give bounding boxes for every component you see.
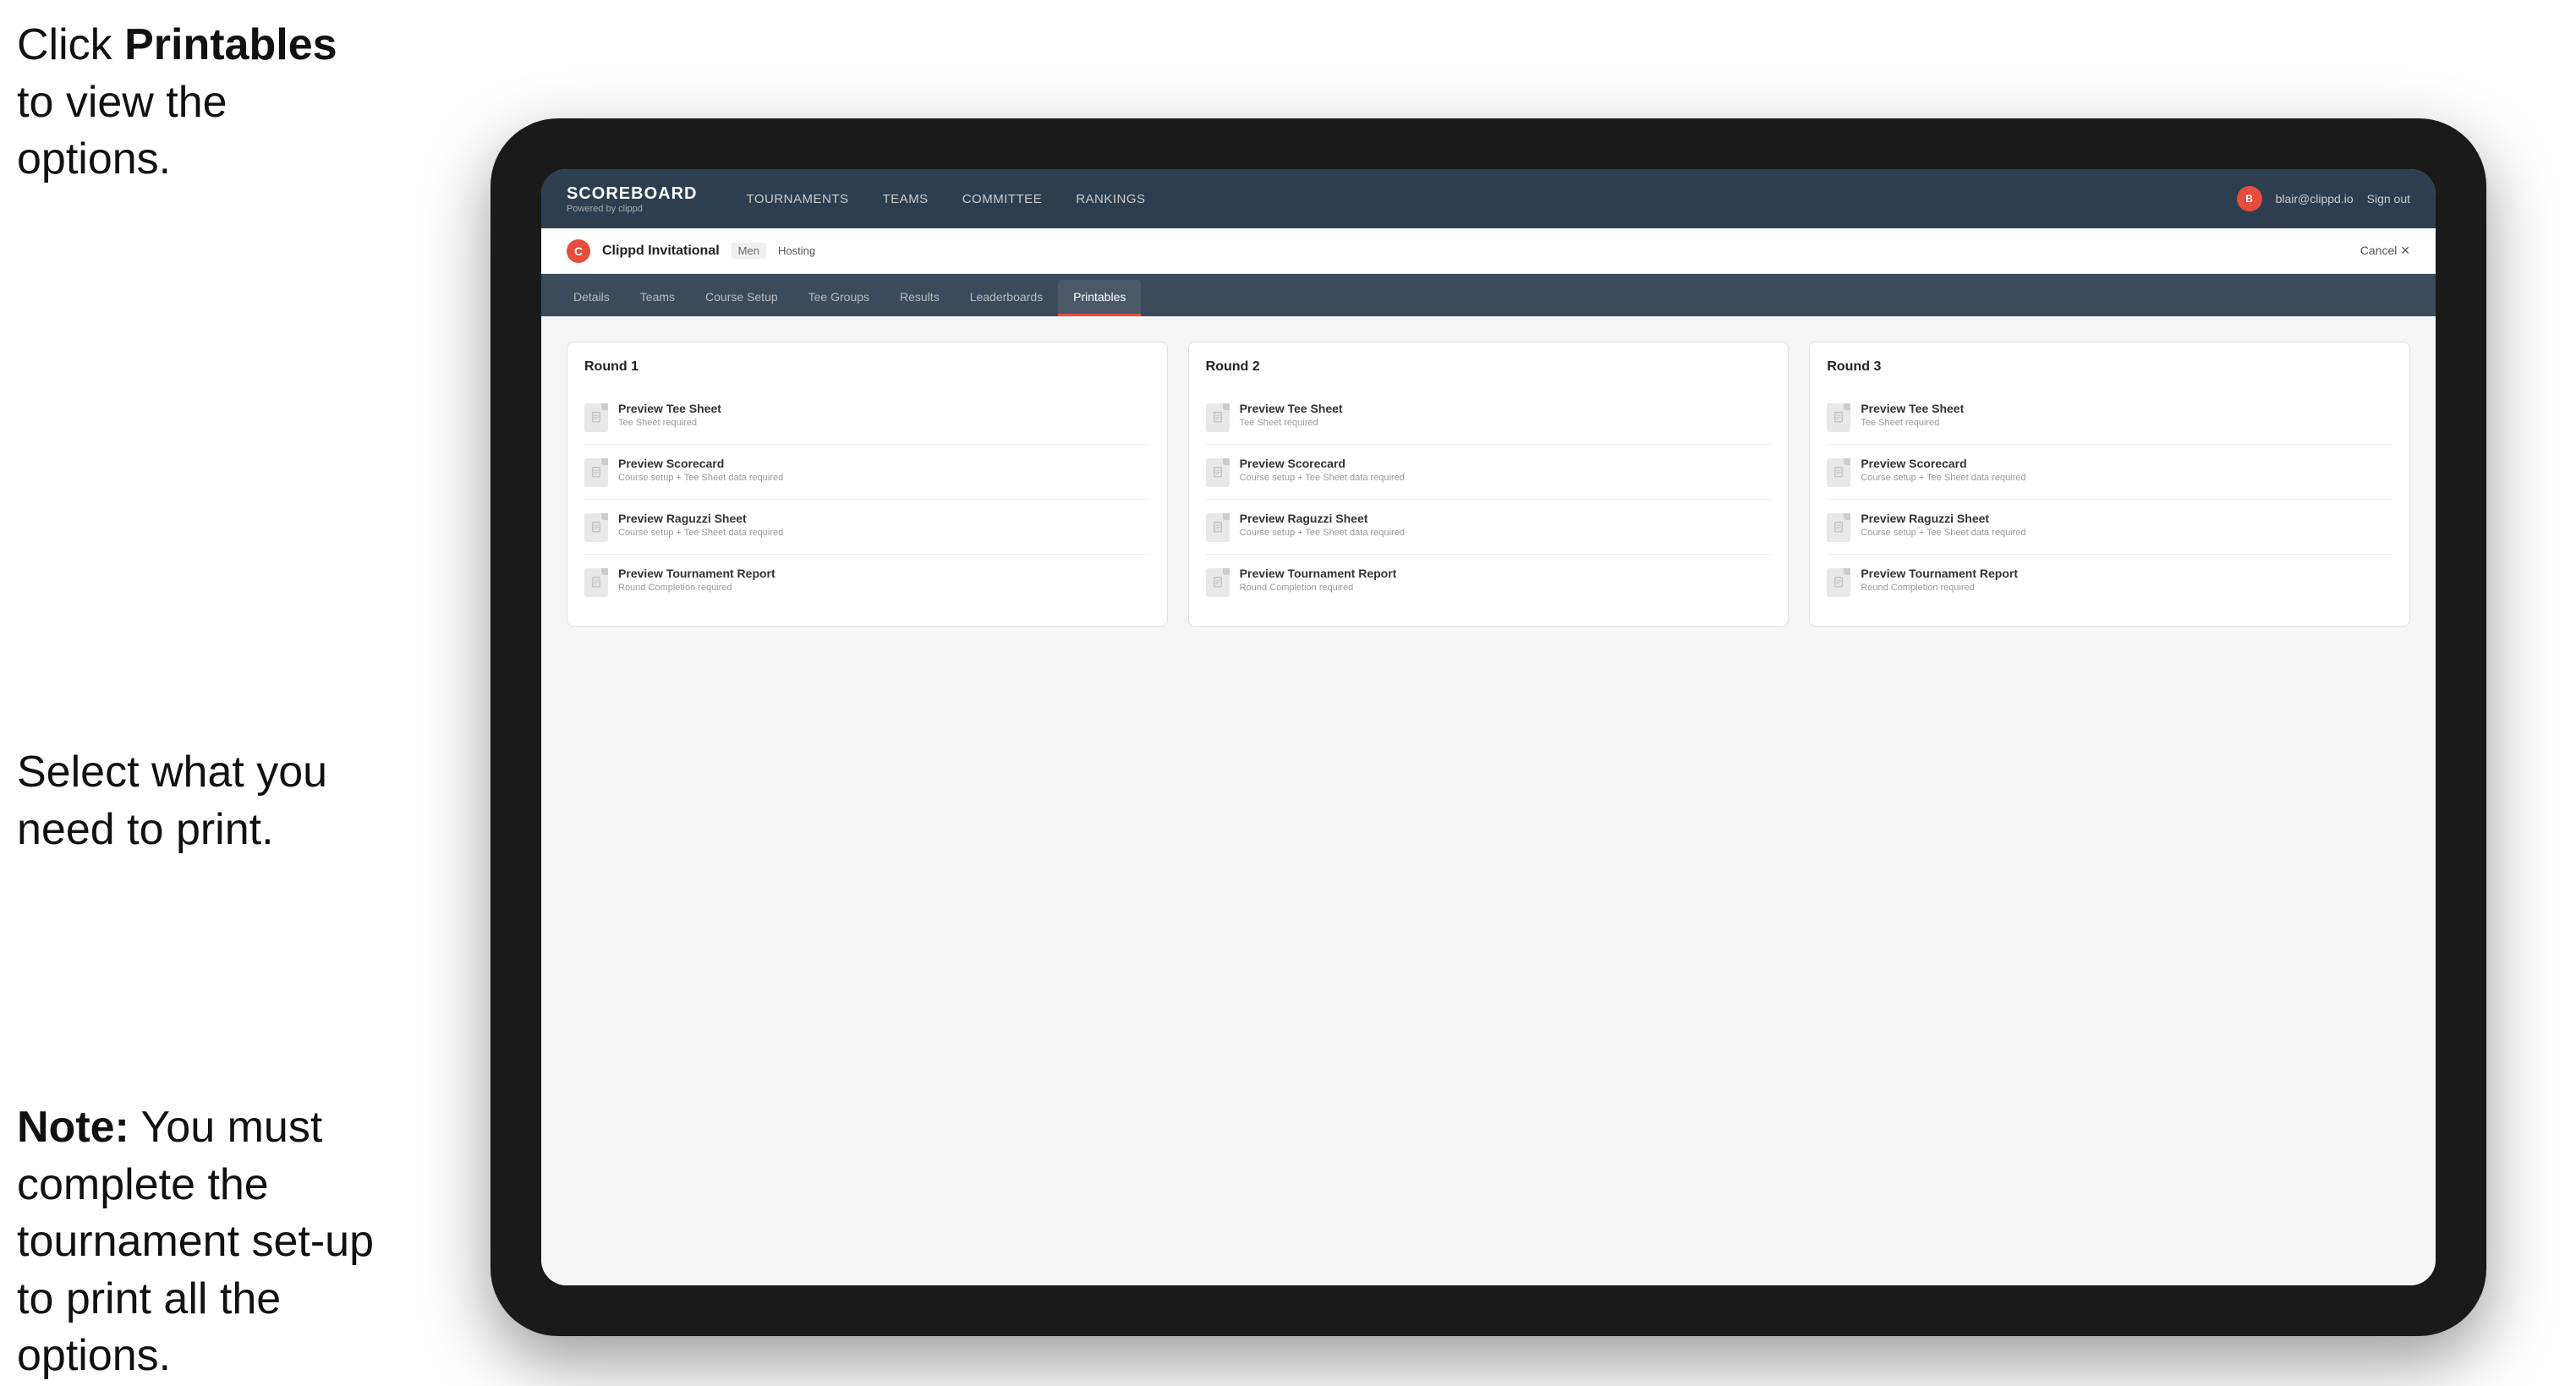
r3-report-icon (1827, 568, 1850, 597)
tab-bar: Details Teams Course Setup Tee Groups Re… (541, 274, 2436, 316)
round-3-column: Round 3 Preview Tee Sheet Tee Sheet requ… (1809, 342, 2410, 627)
round1-tee-sheet[interactable]: Preview Tee Sheet Tee Sheet required (584, 390, 1150, 445)
scoreboard-logo: SCOREBOARD Powered by clippd (567, 184, 697, 214)
round3-scorecard[interactable]: Preview Scorecard Course setup + Tee She… (1827, 445, 2392, 500)
round2-tee-sheet-label: Preview Tee Sheet (1240, 402, 1343, 415)
tournament-report-icon (584, 568, 608, 597)
round3-raguzzi[interactable]: Preview Raguzzi Sheet Course setup + Tee… (1827, 500, 2392, 555)
tournament-header: C Clippd Invitational Men Hosting Cancel… (541, 228, 2436, 274)
round2-tournament-report[interactable]: Preview Tournament Report Round Completi… (1206, 555, 1772, 609)
clippd-icon: C (567, 239, 590, 263)
top-nav-right: B blair@clippd.io Sign out (2237, 186, 2410, 211)
top-navigation: SCOREBOARD Powered by clippd TOURNAMENTS… (541, 169, 2436, 228)
tab-leaderboards[interactable]: Leaderboards (955, 280, 1058, 316)
round1-scorecard-sublabel: Course setup + Tee Sheet data required (618, 473, 783, 483)
round1-scorecard[interactable]: Preview Scorecard Course setup + Tee She… (584, 445, 1150, 500)
round1-raguzzi-sublabel: Course setup + Tee Sheet data required (618, 528, 783, 538)
tournament-title-row: C Clippd Invitational Men Hosting (567, 239, 815, 263)
round2-tee-sheet[interactable]: Preview Tee Sheet Tee Sheet required (1206, 390, 1772, 445)
r2-raguzzi-icon (1206, 513, 1230, 542)
round2-raguzzi-sublabel: Course setup + Tee Sheet data required (1240, 528, 1405, 538)
cancel-button[interactable]: Cancel ✕ (2360, 244, 2410, 258)
round3-raguzzi-sublabel: Course setup + Tee Sheet data required (1861, 528, 2025, 538)
tab-tee-groups[interactable]: Tee Groups (793, 280, 885, 316)
round2-report-sublabel: Round Completion required (1240, 583, 1397, 593)
round2-report-label: Preview Tournament Report (1240, 567, 1397, 580)
nav-rankings[interactable]: RANKINGS (1061, 185, 1160, 213)
round1-report-sublabel: Round Completion required (618, 583, 776, 593)
tablet-screen: SCOREBOARD Powered by clippd TOURNAMENTS… (541, 169, 2436, 1285)
round1-scorecard-label: Preview Scorecard (618, 457, 783, 470)
user-avatar: B (2237, 186, 2262, 211)
round1-raguzzi[interactable]: Preview Raguzzi Sheet Course setup + Tee… (584, 500, 1150, 555)
round-1-column: Round 1 Preview Tee Sheet Tee Sheet requ… (567, 342, 1168, 627)
r3-tee-sheet-icon (1827, 403, 1850, 432)
tab-results[interactable]: Results (885, 280, 955, 316)
r2-report-icon (1206, 568, 1230, 597)
nav-teams[interactable]: TEAMS (868, 185, 944, 213)
round2-tee-sheet-sublabel: Tee Sheet required (1240, 418, 1343, 428)
nav-tournaments[interactable]: TOURNAMENTS (731, 185, 863, 213)
main-content: Round 1 Preview Tee Sheet Tee Sheet requ… (541, 316, 2436, 1285)
tablet-device: SCOREBOARD Powered by clippd TOURNAMENTS… (491, 118, 2486, 1336)
rounds-container: Round 1 Preview Tee Sheet Tee Sheet requ… (567, 342, 2410, 627)
r3-raguzzi-icon (1827, 513, 1850, 542)
sign-out-link[interactable]: Sign out (2367, 192, 2410, 205)
round3-tee-sheet[interactable]: Preview Tee Sheet Tee Sheet required (1827, 390, 2392, 445)
round1-tee-sheet-sublabel: Tee Sheet required (618, 418, 721, 428)
round3-tee-sheet-label: Preview Tee Sheet (1861, 402, 1964, 415)
hosting-status: Hosting (778, 244, 815, 257)
r2-tee-sheet-icon (1206, 403, 1230, 432)
round3-report-label: Preview Tournament Report (1861, 567, 2018, 580)
round2-scorecard-label: Preview Scorecard (1240, 457, 1405, 470)
top-nav-links: TOURNAMENTS TEAMS COMMITTEE RANKINGS (731, 185, 2236, 213)
round1-report-label: Preview Tournament Report (618, 567, 776, 580)
tab-course-setup[interactable]: Course Setup (690, 280, 793, 316)
round1-tee-sheet-label: Preview Tee Sheet (618, 402, 721, 415)
tab-details[interactable]: Details (558, 280, 625, 316)
logo-sub: Powered by clippd (567, 204, 697, 214)
round2-scorecard-sublabel: Course setup + Tee Sheet data required (1240, 473, 1405, 483)
instruction-middle: Select what you need to print. (17, 744, 406, 858)
round-1-title: Round 1 (584, 359, 1150, 375)
round-2-title: Round 2 (1206, 359, 1772, 375)
round3-tournament-report[interactable]: Preview Tournament Report Round Completi… (1827, 555, 2392, 609)
round-3-title: Round 3 (1827, 359, 2392, 375)
user-email: blair@clippd.io (2276, 192, 2354, 205)
tournament-name: Clippd Invitational (602, 244, 720, 259)
tab-teams[interactable]: Teams (625, 280, 690, 316)
scorecard-icon (584, 458, 608, 487)
tee-sheet-icon (584, 403, 608, 432)
round3-tee-sheet-sublabel: Tee Sheet required (1861, 418, 1964, 428)
tournament-tag: Men (732, 243, 766, 259)
round3-raguzzi-label: Preview Raguzzi Sheet (1861, 512, 2025, 525)
r3-scorecard-icon (1827, 458, 1850, 487)
printables-bold: Printables (124, 20, 337, 69)
instruction-bottom: Note: You must complete the tournament s… (17, 1099, 406, 1385)
round2-raguzzi[interactable]: Preview Raguzzi Sheet Course setup + Tee… (1206, 500, 1772, 555)
round1-raguzzi-label: Preview Raguzzi Sheet (618, 512, 783, 525)
round-2-column: Round 2 Preview Tee Sheet Tee Sheet requ… (1188, 342, 1789, 627)
raguzzi-icon (584, 513, 608, 542)
tab-printables[interactable]: Printables (1058, 280, 1141, 316)
logo-title: SCOREBOARD (567, 184, 697, 204)
r2-scorecard-icon (1206, 458, 1230, 487)
round3-report-sublabel: Round Completion required (1861, 583, 2018, 593)
nav-committee[interactable]: COMMITTEE (947, 185, 1058, 213)
round1-tournament-report[interactable]: Preview Tournament Report Round Completi… (584, 555, 1150, 609)
round3-scorecard-sublabel: Course setup + Tee Sheet data required (1861, 473, 2025, 483)
instruction-top: Click Printables to view the options. (17, 17, 372, 189)
round2-scorecard[interactable]: Preview Scorecard Course setup + Tee She… (1206, 445, 1772, 500)
round3-scorecard-label: Preview Scorecard (1861, 457, 2025, 470)
round2-raguzzi-label: Preview Raguzzi Sheet (1240, 512, 1405, 525)
